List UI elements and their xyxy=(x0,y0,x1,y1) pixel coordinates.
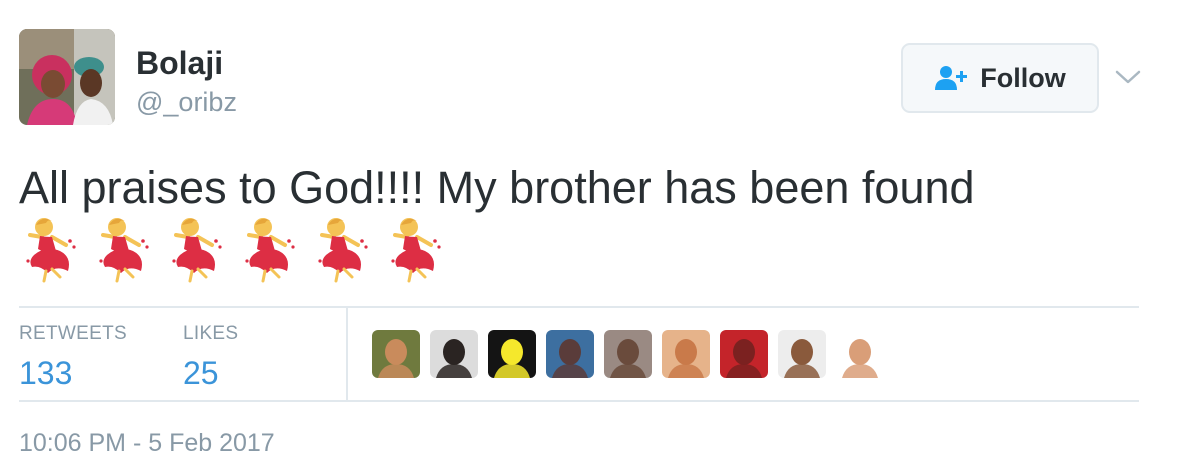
liker-avatar[interactable] xyxy=(836,330,884,378)
divider xyxy=(19,400,1139,402)
dancer-emoji xyxy=(168,215,224,283)
stats-divider xyxy=(346,308,348,400)
likes-count: 25 xyxy=(183,355,219,391)
divider xyxy=(19,306,1139,308)
chevron-down-icon[interactable] xyxy=(1113,62,1143,92)
liker-avatar[interactable] xyxy=(778,330,826,378)
liker-avatar[interactable] xyxy=(662,330,710,378)
avatar[interactable] xyxy=(19,29,115,125)
follow-user-icon xyxy=(934,64,970,92)
follow-label: Follow xyxy=(980,62,1066,93)
emoji-row xyxy=(22,215,443,285)
retweets-label: RETWEETS xyxy=(19,323,127,344)
user-handle[interactable]: @_oribz xyxy=(136,86,237,118)
liker-avatar[interactable] xyxy=(430,330,478,378)
display-name[interactable]: Bolaji xyxy=(136,44,223,82)
dancer-emoji xyxy=(387,215,443,283)
liker-avatar[interactable] xyxy=(720,330,768,378)
follow-button[interactable]: Follow xyxy=(901,43,1099,113)
dancer-emoji xyxy=(22,215,78,283)
liker-avatar[interactable] xyxy=(546,330,594,378)
retweets-count: 133 xyxy=(19,355,73,391)
tweet-timestamp[interactable]: 10:06 PM - 5 Feb 2017 xyxy=(19,428,275,458)
likers-list xyxy=(372,330,884,380)
tweet-card: Bolaji @_oribz Follow All praises to God… xyxy=(0,0,1182,466)
likes-label: LIKES xyxy=(183,323,239,344)
dancer-emoji xyxy=(95,215,151,283)
dancer-emoji xyxy=(314,215,370,283)
dancer-emoji xyxy=(241,215,297,283)
likes-stat[interactable]: LIKES 25 xyxy=(183,323,238,391)
retweets-stat[interactable]: RETWEETS 133 xyxy=(19,323,127,391)
liker-avatar[interactable] xyxy=(488,330,536,378)
liker-avatar[interactable] xyxy=(372,330,420,378)
tweet-text: All praises to God!!!! My brother has be… xyxy=(19,162,975,213)
liker-avatar[interactable] xyxy=(604,330,652,378)
